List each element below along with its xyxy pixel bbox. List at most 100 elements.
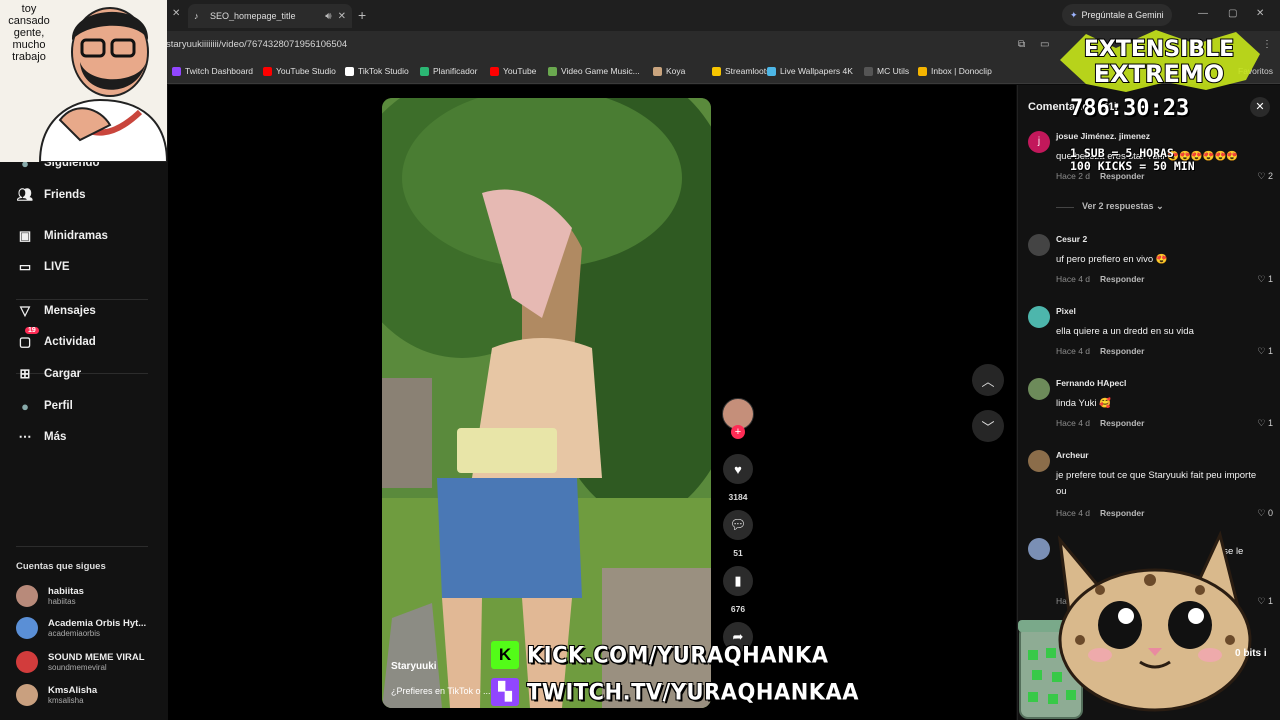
send-icon: ▽ [20, 303, 30, 318]
bookmark-item[interactable]: YouTube Studio [263, 66, 336, 76]
maximize-icon[interactable]: ▢ [1228, 8, 1237, 19]
sidebar-item-minidramas[interactable]: ▣ Minidramas [16, 227, 108, 245]
bookmark-item[interactable]: TikTok Studio [345, 66, 409, 76]
bookmark-item[interactable]: Twitch Dashboard [172, 66, 253, 76]
heart-outline-icon: ♡ [1257, 418, 1268, 428]
sidebar-item-m-s[interactable]: ⋯ Más [16, 428, 67, 446]
followed-account[interactable]: habiitas habiitas [16, 585, 84, 607]
comment-like-button[interactable]: ♡ 1 [1257, 274, 1273, 285]
plus-square-icon: ⊞ [19, 366, 31, 381]
gemini-label: Pregúntale a Gemini [1081, 10, 1164, 20]
bookmark-favicon-icon [345, 66, 354, 76]
video-username[interactable]: Staryuuki [391, 661, 437, 672]
avatar[interactable]: j [1028, 131, 1050, 153]
comment-item: Archeur je prefere tout ce que Staryuuki … [1028, 450, 1273, 520]
comment-item: Cesur 2 uf pero prefiero en vivo 😍 Hace 4 … [1028, 234, 1273, 304]
comment-author[interactable]: josue Jiménez. jimenez [1056, 131, 1150, 141]
follow-plus-icon[interactable]: + [731, 425, 745, 439]
comment-meta: Hace 4 d Responder [1056, 418, 1144, 428]
sidebar-item-mensajes[interactable]: ▽ Mensajes [16, 302, 96, 320]
comment-meta: Hace 4 d Responder [1056, 346, 1144, 356]
sparkle-icon: ✦ [1070, 9, 1078, 20]
sidebar-item-friends[interactable]: 👥︎ Friends [16, 186, 86, 204]
save-button[interactable]: ▮ [723, 566, 753, 596]
close-comments-button[interactable]: ✕ [1250, 97, 1270, 117]
bookmark-favicon-icon [712, 66, 721, 76]
bookmark-item[interactable]: Streamloots [712, 66, 770, 76]
reply-button[interactable]: Responder [1100, 508, 1144, 518]
comment-author[interactable]: Archeur [1056, 450, 1089, 460]
bookmark-item[interactable]: Video Game Music... [548, 66, 640, 76]
previous-video-button[interactable]: ︿ [972, 364, 1004, 396]
comment-like-button[interactable]: ♡ 1 [1257, 346, 1273, 357]
comment-author[interactable]: Cesur 2 [1056, 234, 1087, 244]
sidebar-item-actividad[interactable]: ▢ 19 Actividad [16, 327, 96, 351]
translate-icon[interactable]: ⧉ [1018, 39, 1025, 50]
like-button[interactable]: ♥ [723, 454, 753, 484]
comment-author[interactable]: Pixel [1056, 306, 1076, 316]
menu-icon[interactable]: ⋮ [1262, 39, 1272, 50]
bookmark-item[interactable]: YouTube [490, 66, 536, 76]
sidebar-item-live[interactable]: ▭ LIVE [16, 258, 70, 276]
close-tab-icon[interactable]: ✕ [338, 11, 346, 22]
speaker-icon[interactable]: 🔊︎ [325, 11, 331, 22]
bookmark-item[interactable]: Koya [653, 66, 685, 76]
bookmark-label: Twitch Dashboard [185, 66, 254, 76]
view-replies-button[interactable]: Ver 2 respuestas ⌄ [1082, 201, 1164, 212]
avatar[interactable] [1028, 306, 1050, 328]
sidebar-item-cargar[interactable]: ⊞ Cargar [16, 365, 82, 383]
sidebar-item-label: Minidramas [44, 230, 108, 242]
bookmark-favicon-icon [263, 66, 272, 76]
bookmark-icon: ▮ [734, 573, 742, 588]
reply-button[interactable]: Responder [1100, 418, 1144, 428]
replies-divider [1056, 207, 1074, 208]
chevron-down-icon: ⌄ [1156, 201, 1164, 211]
reply-button[interactable]: Responder [1100, 346, 1144, 356]
activity-icon: ▢ 19 [16, 327, 39, 351]
comment-like-button[interactable]: ♡ 0 [1257, 508, 1273, 519]
close-window-icon[interactable]: ✕ [1256, 8, 1264, 19]
extensible-extremo-logo: EXTENSIBLE EXTREMO [1060, 30, 1260, 92]
bits-counter: 0 bits i [1235, 648, 1267, 659]
comment-author[interactable]: Fernando HApecl [1056, 378, 1126, 388]
sidebar-divider [16, 299, 148, 300]
comment-like-button[interactable]: ♡ 1 [1257, 418, 1273, 429]
bookmark-label: MC Utils [877, 66, 910, 76]
account-name: Academia Orbis Hyt... [48, 618, 147, 629]
view-replies-label: Ver 2 respuestas [1082, 201, 1154, 211]
comment-like-button[interactable]: ♡ 2 [1257, 171, 1273, 182]
cast-icon[interactable]: ▭ [1040, 39, 1049, 50]
new-tab-button[interactable]: + [358, 7, 366, 23]
next-video-button[interactable]: ﹀ [972, 410, 1004, 442]
bookmark-item[interactable]: Planificador [420, 66, 477, 76]
bookmark-favicon-icon [653, 66, 662, 76]
comment-button[interactable]: 💬︎ [723, 510, 753, 540]
gemini-button[interactable]: ✦ Pregúntale a Gemini [1062, 4, 1172, 26]
close-tab-icon[interactable]: ✕ [172, 8, 180, 19]
bookmark-favicon-icon [864, 66, 873, 76]
url-field[interactable]: staryuukiiiiiiii/video/76743280719561065… [166, 39, 347, 50]
followed-account[interactable]: SOUND MEME VIRAL soundmemeviral [16, 651, 145, 673]
sidebar-item-label: Perfil [44, 400, 73, 412]
sidebar-item-perfil[interactable]: ● Perfil [16, 397, 73, 415]
avatar[interactable] [1028, 450, 1050, 472]
heart-outline-icon: ♡ [1257, 346, 1268, 356]
kick-banner: K KICK.COM/YURAQHANKA [491, 641, 829, 669]
comment-icon: 💬︎ [729, 517, 747, 532]
account-handle: kmsalisha [48, 696, 84, 705]
tab-active[interactable]: ♪ SEO_homepage_title 🔊︎ ✕ [188, 4, 352, 28]
followed-account[interactable]: KmsAlisha kmsalisha [16, 684, 97, 706]
bookmark-item[interactable]: Inbox | Donoclip [918, 66, 992, 76]
comment-time: Hace 4 d [1056, 418, 1091, 428]
reply-button[interactable]: Responder [1100, 274, 1144, 284]
minimize-icon[interactable]: — [1198, 8, 1208, 19]
bookmark-favicon-icon [490, 66, 499, 76]
followed-account[interactable]: Academia Orbis Hyt... academiaorbis [16, 617, 146, 639]
bookmark-item[interactable]: Live Wallpapers 4K [767, 66, 853, 76]
chevron-up-icon: ︿ [981, 373, 995, 389]
bookmark-item[interactable]: MC Utils [864, 66, 909, 76]
avatar[interactable] [1028, 234, 1050, 256]
account-text: SOUND MEME VIRAL soundmemeviral [48, 652, 145, 672]
avatar[interactable] [1028, 378, 1050, 400]
video-player[interactable]: Staryuuki ¿Prefieres en TikTok o ...? [382, 98, 711, 708]
